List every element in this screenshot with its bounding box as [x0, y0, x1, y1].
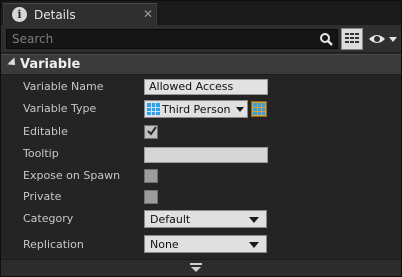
search-box[interactable]	[6, 29, 338, 49]
collapse-arrow-icon[interactable]	[7, 57, 19, 69]
variable-type-dropdown[interactable]: Third Person C	[144, 100, 248, 118]
editable-checkbox[interactable]	[144, 125, 158, 139]
tooltip-field[interactable]	[144, 147, 268, 163]
replication-dropdown[interactable]: None	[144, 235, 267, 253]
category-value: Default	[150, 213, 191, 226]
label-variable-name: Variable Name	[23, 80, 104, 93]
chevron-down-icon	[249, 217, 259, 223]
variable-type-value: Third Person C	[162, 103, 232, 116]
row-variable-name: Variable Name Allowed Access	[1, 76, 401, 98]
expand-down-icon[interactable]	[190, 263, 202, 273]
label-editable: Editable	[23, 125, 68, 138]
label-category: Category	[23, 212, 74, 225]
category-dropdown[interactable]: Default	[144, 210, 267, 228]
replication-value: None	[150, 238, 179, 251]
property-matrix-button[interactable]	[341, 28, 363, 50]
section-header-variable[interactable]: Variable	[1, 54, 401, 75]
row-expose-on-spawn: Expose on Spawn	[1, 165, 401, 187]
chevron-down-icon	[389, 37, 397, 42]
chevron-down-icon	[236, 107, 244, 112]
label-tooltip: Tooltip	[23, 147, 59, 160]
tab-details[interactable]: i Details ✕	[3, 3, 157, 25]
row-category: Category Default	[1, 208, 401, 230]
footer-bar	[1, 259, 401, 276]
container-type-button[interactable]	[251, 101, 267, 117]
label-expose-on-spawn: Expose on Spawn	[23, 169, 121, 182]
private-checkbox[interactable]	[144, 190, 158, 204]
close-icon[interactable]: ✕	[143, 7, 153, 21]
variable-name-field[interactable]: Allowed Access	[144, 79, 268, 95]
expose-on-spawn-checkbox[interactable]	[144, 169, 158, 183]
tab-bar: i Details ✕	[1, 1, 401, 25]
label-replication: Replication	[23, 238, 84, 251]
view-options-button[interactable]	[367, 30, 399, 48]
details-panel: i Details ✕ Search Variable Variable Nam…	[0, 0, 402, 277]
checkmark-icon	[147, 126, 157, 136]
label-variable-type: Variable Type	[23, 102, 97, 115]
row-tooltip: Tooltip	[1, 143, 401, 165]
row-variable-type: Variable Type Third Person C	[1, 98, 401, 120]
toolbar	[1, 25, 401, 53]
eye-icon	[369, 35, 397, 43]
section-title: Variable	[20, 57, 81, 72]
row-editable: Editable	[1, 121, 401, 143]
tab-label: Details	[34, 8, 76, 22]
chevron-down-icon	[249, 242, 259, 248]
search-input[interactable]	[7, 30, 307, 48]
info-icon: i	[12, 7, 27, 22]
label-private: Private	[23, 190, 62, 203]
grid-icon	[253, 103, 265, 115]
row-replication: Replication None	[1, 234, 401, 256]
object-type-icon	[147, 103, 160, 115]
search-icon[interactable]	[319, 32, 333, 46]
row-private: Private	[1, 186, 401, 208]
property-matrix-icon	[345, 33, 359, 43]
